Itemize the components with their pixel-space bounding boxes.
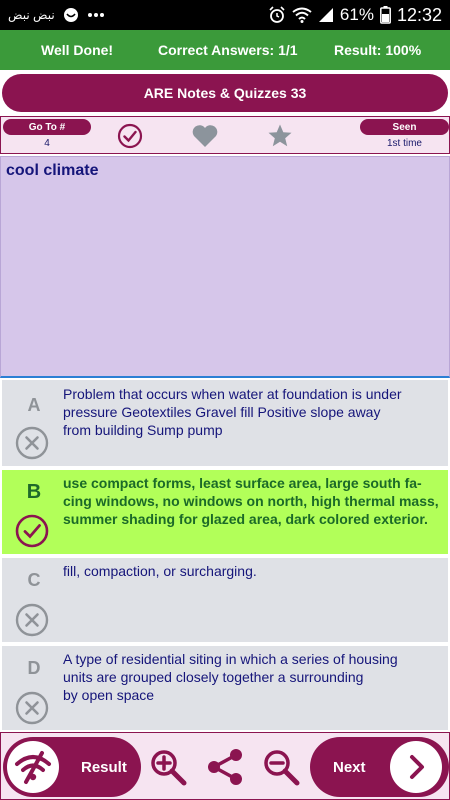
- status-right: 61% 12:32: [268, 5, 442, 26]
- no-wifi-icon: [7, 741, 59, 793]
- seen-label: Seen: [392, 121, 417, 133]
- check-circle-icon: [15, 514, 49, 548]
- wifi-icon: [292, 7, 312, 23]
- answer-line: A type of residential siting in which a …: [63, 651, 398, 667]
- check-circle-icon[interactable]: [116, 122, 144, 150]
- answer-text: fill, compaction, or surcharging.: [63, 562, 442, 580]
- correct-answers-text: Correct Answers: 1/1: [158, 42, 298, 58]
- bottom-bar: Result Next: [0, 732, 450, 800]
- battery-icon: [380, 6, 391, 24]
- heart-icon[interactable]: [191, 122, 219, 150]
- clock: 12:32: [396, 4, 442, 25]
- title-bar: ARE Notes & Quizzes 33: [2, 74, 448, 112]
- answer-text: Problem that occurs when water at founda…: [63, 385, 442, 439]
- status-left: نبض نبض: [8, 7, 105, 23]
- question-text: cool climate: [6, 162, 99, 179]
- answer-letter: A: [27, 395, 41, 415]
- answer-option-b[interactable]: B use compact forms, least surface area,…: [2, 470, 448, 554]
- result-button[interactable]: Result: [3, 737, 141, 797]
- answer-option-a[interactable]: A Problem that occurs when water at foun…: [2, 380, 448, 466]
- answer-line: Problem that occurs when water at founda…: [63, 386, 402, 402]
- answer-line: from building Sump pump: [63, 422, 223, 438]
- goto-value: 4: [44, 138, 50, 149]
- answer-line: pressure Geotextiles Gravel fill Positiv…: [63, 404, 381, 420]
- status-bar: نبض نبض 61% 12:32: [0, 0, 450, 30]
- well-done-text: Well Done!: [41, 42, 114, 58]
- zoom-out-icon[interactable]: [261, 747, 301, 787]
- notification-text: نبض نبض: [8, 8, 55, 22]
- result-percent-text: Result: 100%: [334, 42, 422, 58]
- answer-line: cing windows, no windows on north, high …: [63, 493, 439, 509]
- answer-letter: B: [26, 481, 42, 503]
- share-icon[interactable]: [205, 747, 245, 787]
- question-panel: cool climate: [0, 156, 450, 378]
- next-label: Next: [333, 758, 366, 776]
- answer-line: summer shading for glazed area, dark col…: [63, 511, 428, 527]
- chevron-right-icon: [390, 741, 442, 793]
- dots-icon: [87, 12, 105, 18]
- answer-text: use compact forms, least surface area, l…: [63, 474, 442, 528]
- answer-text: A type of residential siting in which a …: [63, 650, 442, 704]
- result-strip: Well Done! Correct Answers: 1/1 Result: …: [0, 30, 450, 70]
- app-title: ARE Notes & Quizzes 33: [143, 85, 307, 101]
- x-circle-icon: [15, 426, 49, 460]
- goto-button[interactable]: Go To #: [3, 119, 91, 135]
- zoom-in-icon[interactable]: [148, 747, 188, 787]
- result-label: Result: [81, 758, 127, 776]
- crescent-icon: [63, 7, 79, 23]
- answer-line: units are grouped closely together a sur…: [63, 669, 364, 685]
- star-icon[interactable]: [266, 122, 294, 150]
- answer-line: use compact forms, least surface area, l…: [63, 475, 422, 491]
- signal-icon: [318, 7, 334, 23]
- goto-label: Go To #: [28, 121, 66, 133]
- answer-line: by open space: [63, 687, 155, 703]
- x-circle-icon: [15, 691, 49, 725]
- answer-letter: C: [27, 570, 41, 590]
- battery-percent: 61%: [339, 5, 374, 24]
- answer-letter: D: [27, 658, 41, 678]
- next-button[interactable]: Next: [310, 737, 449, 797]
- answer-option-d[interactable]: D A type of residential siting in which …: [2, 646, 448, 730]
- toolbar: Go To # 4 Seen 1st time: [0, 116, 450, 154]
- answer-line: fill, compaction, or surcharging.: [63, 563, 257, 579]
- seen-button[interactable]: Seen: [360, 119, 449, 135]
- alarm-icon: [268, 6, 286, 24]
- x-circle-icon: [15, 603, 49, 637]
- answer-option-c[interactable]: C fill, compaction, or surcharging.: [2, 558, 448, 642]
- seen-value: 1st time: [386, 138, 422, 149]
